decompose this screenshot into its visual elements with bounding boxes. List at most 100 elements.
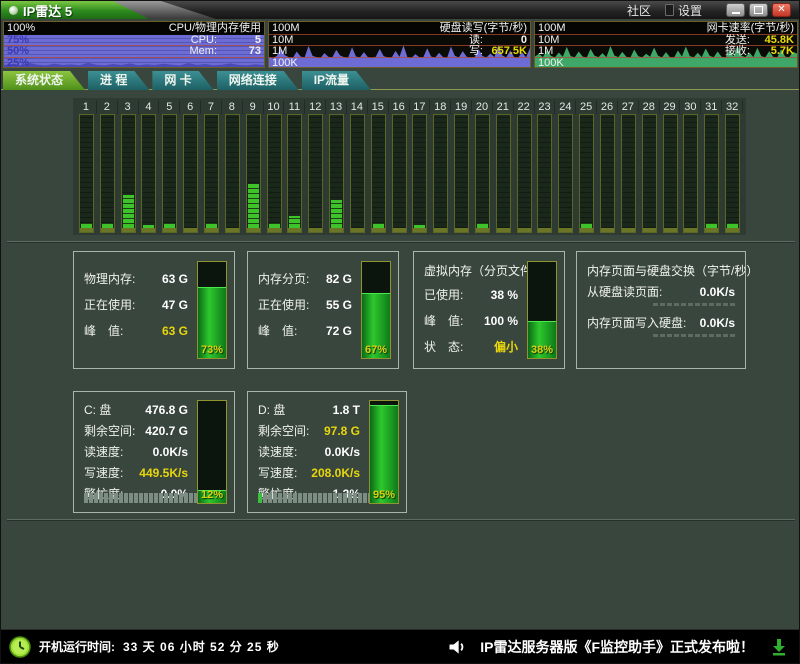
stat-label: 正在使用: [84, 292, 135, 318]
uptime-value: 33 天 06 小时 52 分 25 秒 [123, 638, 280, 655]
busy-segment [333, 493, 337, 503]
stat-row: 物理内存:63 G [84, 266, 188, 292]
stat-label: 写速度: [258, 463, 297, 484]
meter-dash [730, 334, 735, 337]
busy-segment [114, 493, 118, 503]
core-number-label: 8 [222, 100, 243, 114]
stat-value: 0.0K/s [325, 442, 360, 463]
core-number-label: 10 [264, 100, 285, 114]
virtual-memory-meter: 38% [527, 261, 557, 359]
meter-dash [730, 303, 735, 306]
stat-row: 峰 值:72 G [258, 318, 352, 344]
stat-value: 1.8 T [333, 400, 360, 421]
core-number-label: 19 [451, 100, 472, 114]
core-usage-bar [412, 114, 427, 233]
settings-link[interactable]: 设置 [665, 2, 702, 19]
minimize-button[interactable] [726, 3, 745, 17]
disk-io-graph: 100M 硬盘读写(字节/秒) 10M 1M 100K 读:0 写:657.5K [268, 21, 531, 68]
stat-row: 内存分页:82 G [258, 266, 352, 292]
gridline [269, 57, 530, 58]
busy-segment [89, 493, 93, 503]
cpu-graph-scale-top: 100% [7, 23, 35, 34]
disk-d-panel: D: 盘1.8 T剩余空间:97.8 G读速度:0.0K/s写速度:208.0K… [247, 391, 407, 513]
core-bar-base [122, 228, 135, 232]
tab-bar: 系统状态 进 程 网 卡 网络连接 IP流量 [1, 71, 799, 90]
busy-segment [129, 493, 133, 503]
meter-dash [660, 334, 665, 337]
core-number-label: 32 [722, 100, 743, 114]
stat-value: 63 G [162, 266, 188, 292]
busy-segment [164, 493, 168, 503]
busy-segment [174, 493, 178, 503]
stat-row: 内存页面写入硬盘:0.0K/s [587, 313, 735, 333]
cpu-core-column: 28 [639, 100, 660, 233]
busy-segment [258, 493, 262, 503]
core-usage-bar [392, 114, 407, 233]
core-usage-fill [123, 195, 134, 228]
core-bar-base [538, 228, 551, 232]
busy-segment [144, 493, 148, 503]
core-usage-bar [600, 114, 615, 233]
core-bar-base [226, 228, 239, 232]
memory-paging-panel: 内存分页:82 G正在使用:55 G峰 值:72 G 67% [247, 251, 399, 369]
gridline [4, 57, 264, 58]
core-bar-base [205, 228, 218, 232]
core-usage-bar [329, 114, 344, 233]
cpu-core-column: 23 [535, 100, 556, 233]
meter-dash [695, 334, 700, 337]
core-bar-base [372, 228, 385, 232]
tab-system-status[interactable]: 系统状态 [3, 71, 85, 90]
busy-segment [99, 493, 103, 503]
cpu-core-meters: 1234567891011121314151617181920212223242… [73, 98, 746, 235]
core-bar-base [80, 228, 93, 232]
busy-segment [268, 493, 272, 503]
busy-segment [343, 493, 347, 503]
busy-segment [313, 493, 317, 503]
tab-processes[interactable]: 进 程 [88, 71, 149, 90]
stat-row: 剩余空间:97.8 G [258, 421, 360, 442]
physical-memory-panel: 物理内存:63 G正在使用:47 G峰 值:63 G 73% [73, 251, 235, 369]
close-button[interactable]: ✕ [772, 3, 791, 17]
cpu-core-column: 17 [410, 100, 431, 233]
meter-dash [667, 334, 672, 337]
core-bar-base [580, 228, 593, 232]
stat-label: 从硬盘读页面: [587, 282, 662, 302]
mini-activity-meter [587, 334, 735, 338]
core-number-label: 1 [76, 100, 97, 114]
memory-disk-swap-panel: 内存页面与硬盘交换（字节/秒） 从硬盘读页面:0.0K/s内存页面写入硬盘:0.… [576, 251, 746, 369]
core-bar-base [726, 228, 739, 232]
scale-label: 1M [272, 46, 287, 57]
core-bar-base [518, 228, 531, 232]
busy-segment [273, 493, 277, 503]
community-link[interactable]: 社区 [627, 2, 651, 19]
stat-row: 从硬盘读页面:0.0K/s [587, 282, 735, 302]
core-bar-base [142, 228, 155, 232]
disk-c-busy-meter [84, 493, 203, 503]
busy-segment [169, 493, 173, 503]
cpu-core-column: 6 [180, 100, 201, 233]
tab-network-card[interactable]: 网 卡 [152, 71, 213, 90]
cpu-core-column: 19 [451, 100, 472, 233]
stat-value: 47 G [162, 292, 188, 318]
core-usage-bar [267, 114, 282, 233]
settings-icon [665, 4, 674, 16]
tab-network-connections[interactable]: 网络连接 [217, 71, 299, 90]
cpu-core-column: 14 [347, 100, 368, 233]
stat-value: 476.8 G [145, 400, 188, 421]
disk-d-usage-meter: 95% [369, 400, 399, 504]
core-usage-bar [308, 114, 323, 233]
meter-dash [674, 334, 679, 337]
busy-segment [189, 493, 193, 503]
core-number-label: 2 [97, 100, 118, 114]
download-icon[interactable] [771, 638, 787, 656]
announcement[interactable]: IP雷达服务器版《F监控助手》正式发布啦！ [446, 637, 754, 657]
tab-ip-traffic[interactable]: IP流量 [302, 71, 371, 90]
uptime-label: 开机运行时间: [39, 638, 115, 655]
meter-dash [709, 334, 714, 337]
mini-activity-meter [587, 303, 735, 307]
stat-row: 峰 值:100 % [424, 308, 518, 334]
stat-value: 0.0K/s [153, 442, 188, 463]
core-usage-bar [517, 114, 532, 233]
maximize-button[interactable] [749, 3, 768, 17]
stat-label: 内存页面写入硬盘: [587, 313, 686, 333]
